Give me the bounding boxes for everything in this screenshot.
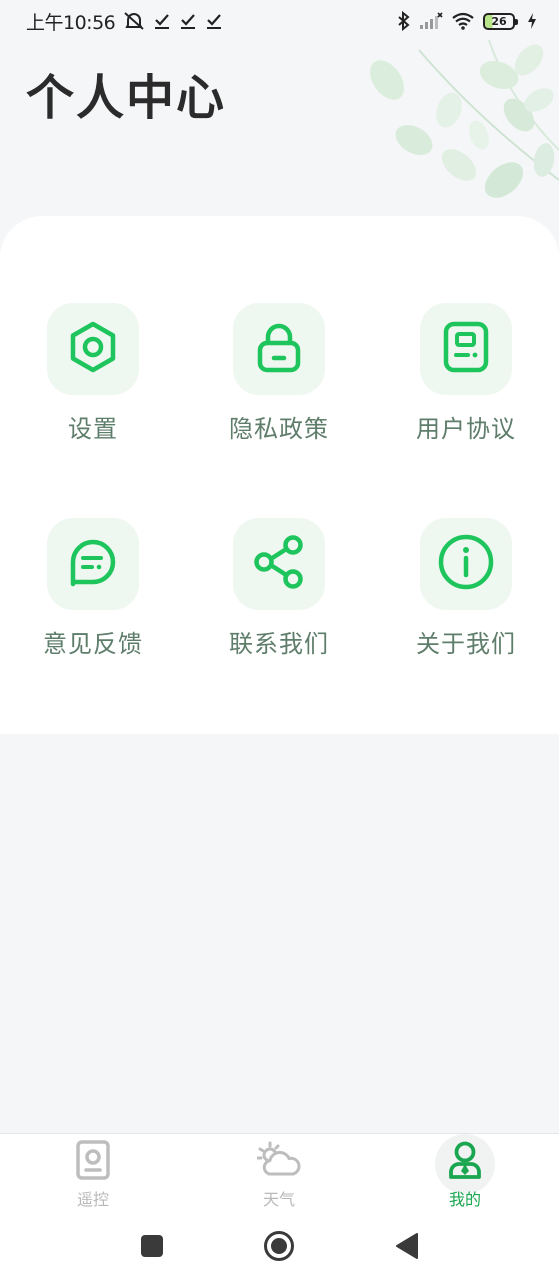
icon-tile [47, 518, 139, 610]
settings-hex-icon [67, 321, 119, 377]
menu-item-label: 关于我们 [416, 630, 516, 658]
info-icon [437, 533, 495, 595]
status-right: 26 [397, 11, 537, 31]
wifi-icon [451, 12, 475, 30]
check-icon [205, 12, 223, 30]
icon-tile [233, 303, 325, 395]
weather-icon [257, 1138, 301, 1182]
document-icon [440, 321, 492, 377]
status-bar: 上午10:56 26 [0, 0, 559, 42]
battery-icon: 26 [483, 12, 518, 30]
back-button[interactable] [390, 1229, 424, 1263]
chat-bubble-icon [65, 534, 121, 594]
nav-label: 我的 [448, 1190, 481, 1209]
status-time: 上午10:56 [26, 11, 116, 34]
bluetooth-icon [397, 11, 411, 31]
check-icon [153, 12, 171, 30]
menu-item-label: 隐私政策 [229, 415, 329, 443]
menu-item-contact-us[interactable]: 联系我们 [186, 518, 372, 678]
mute-bell-icon [123, 11, 145, 31]
menu-item-privacy-policy[interactable]: 隐私政策 [186, 303, 372, 463]
charging-icon [527, 12, 537, 30]
menu-card: 设置 隐私政策 用户协议 意见反馈 联系我们 关于我们 [0, 216, 559, 734]
home-button[interactable] [262, 1229, 296, 1263]
system-nav-bar [0, 1213, 559, 1280]
menu-item-label: 意见反馈 [43, 630, 143, 658]
menu-item-user-agreement[interactable]: 用户协议 [373, 303, 559, 463]
menu-item-about-us[interactable]: 关于我们 [373, 518, 559, 678]
icon-tile [420, 518, 512, 610]
user-icon [443, 1138, 487, 1182]
bottom-nav: 遥控 天气 我的 [0, 1133, 559, 1213]
status-left: 上午10:56 [26, 8, 223, 35]
remote-icon [71, 1138, 115, 1182]
leaf-decoration [369, 39, 559, 215]
menu-item-feedback[interactable]: 意见反馈 [0, 518, 186, 678]
signal-icon [419, 12, 443, 30]
recent-apps-button[interactable] [135, 1229, 169, 1263]
nav-label: 遥控 [76, 1190, 109, 1209]
icon-tile [420, 303, 512, 395]
menu-item-settings[interactable]: 设置 [0, 303, 186, 463]
menu-item-label: 设置 [68, 415, 118, 443]
icon-tile [47, 303, 139, 395]
nav-item-mine[interactable]: 我的 [405, 1134, 525, 1214]
menu-item-label: 联系我们 [229, 630, 329, 658]
nav-item-weather[interactable]: 天气 [219, 1134, 339, 1214]
nav-label: 天气 [262, 1190, 295, 1209]
share-icon [251, 534, 307, 594]
check-icon [179, 12, 197, 30]
icon-tile [233, 518, 325, 610]
lock-icon [253, 321, 305, 377]
page-title: 个人中心 [26, 70, 227, 126]
nav-item-remote[interactable]: 遥控 [33, 1134, 153, 1214]
menu-item-label: 用户协议 [416, 415, 516, 443]
